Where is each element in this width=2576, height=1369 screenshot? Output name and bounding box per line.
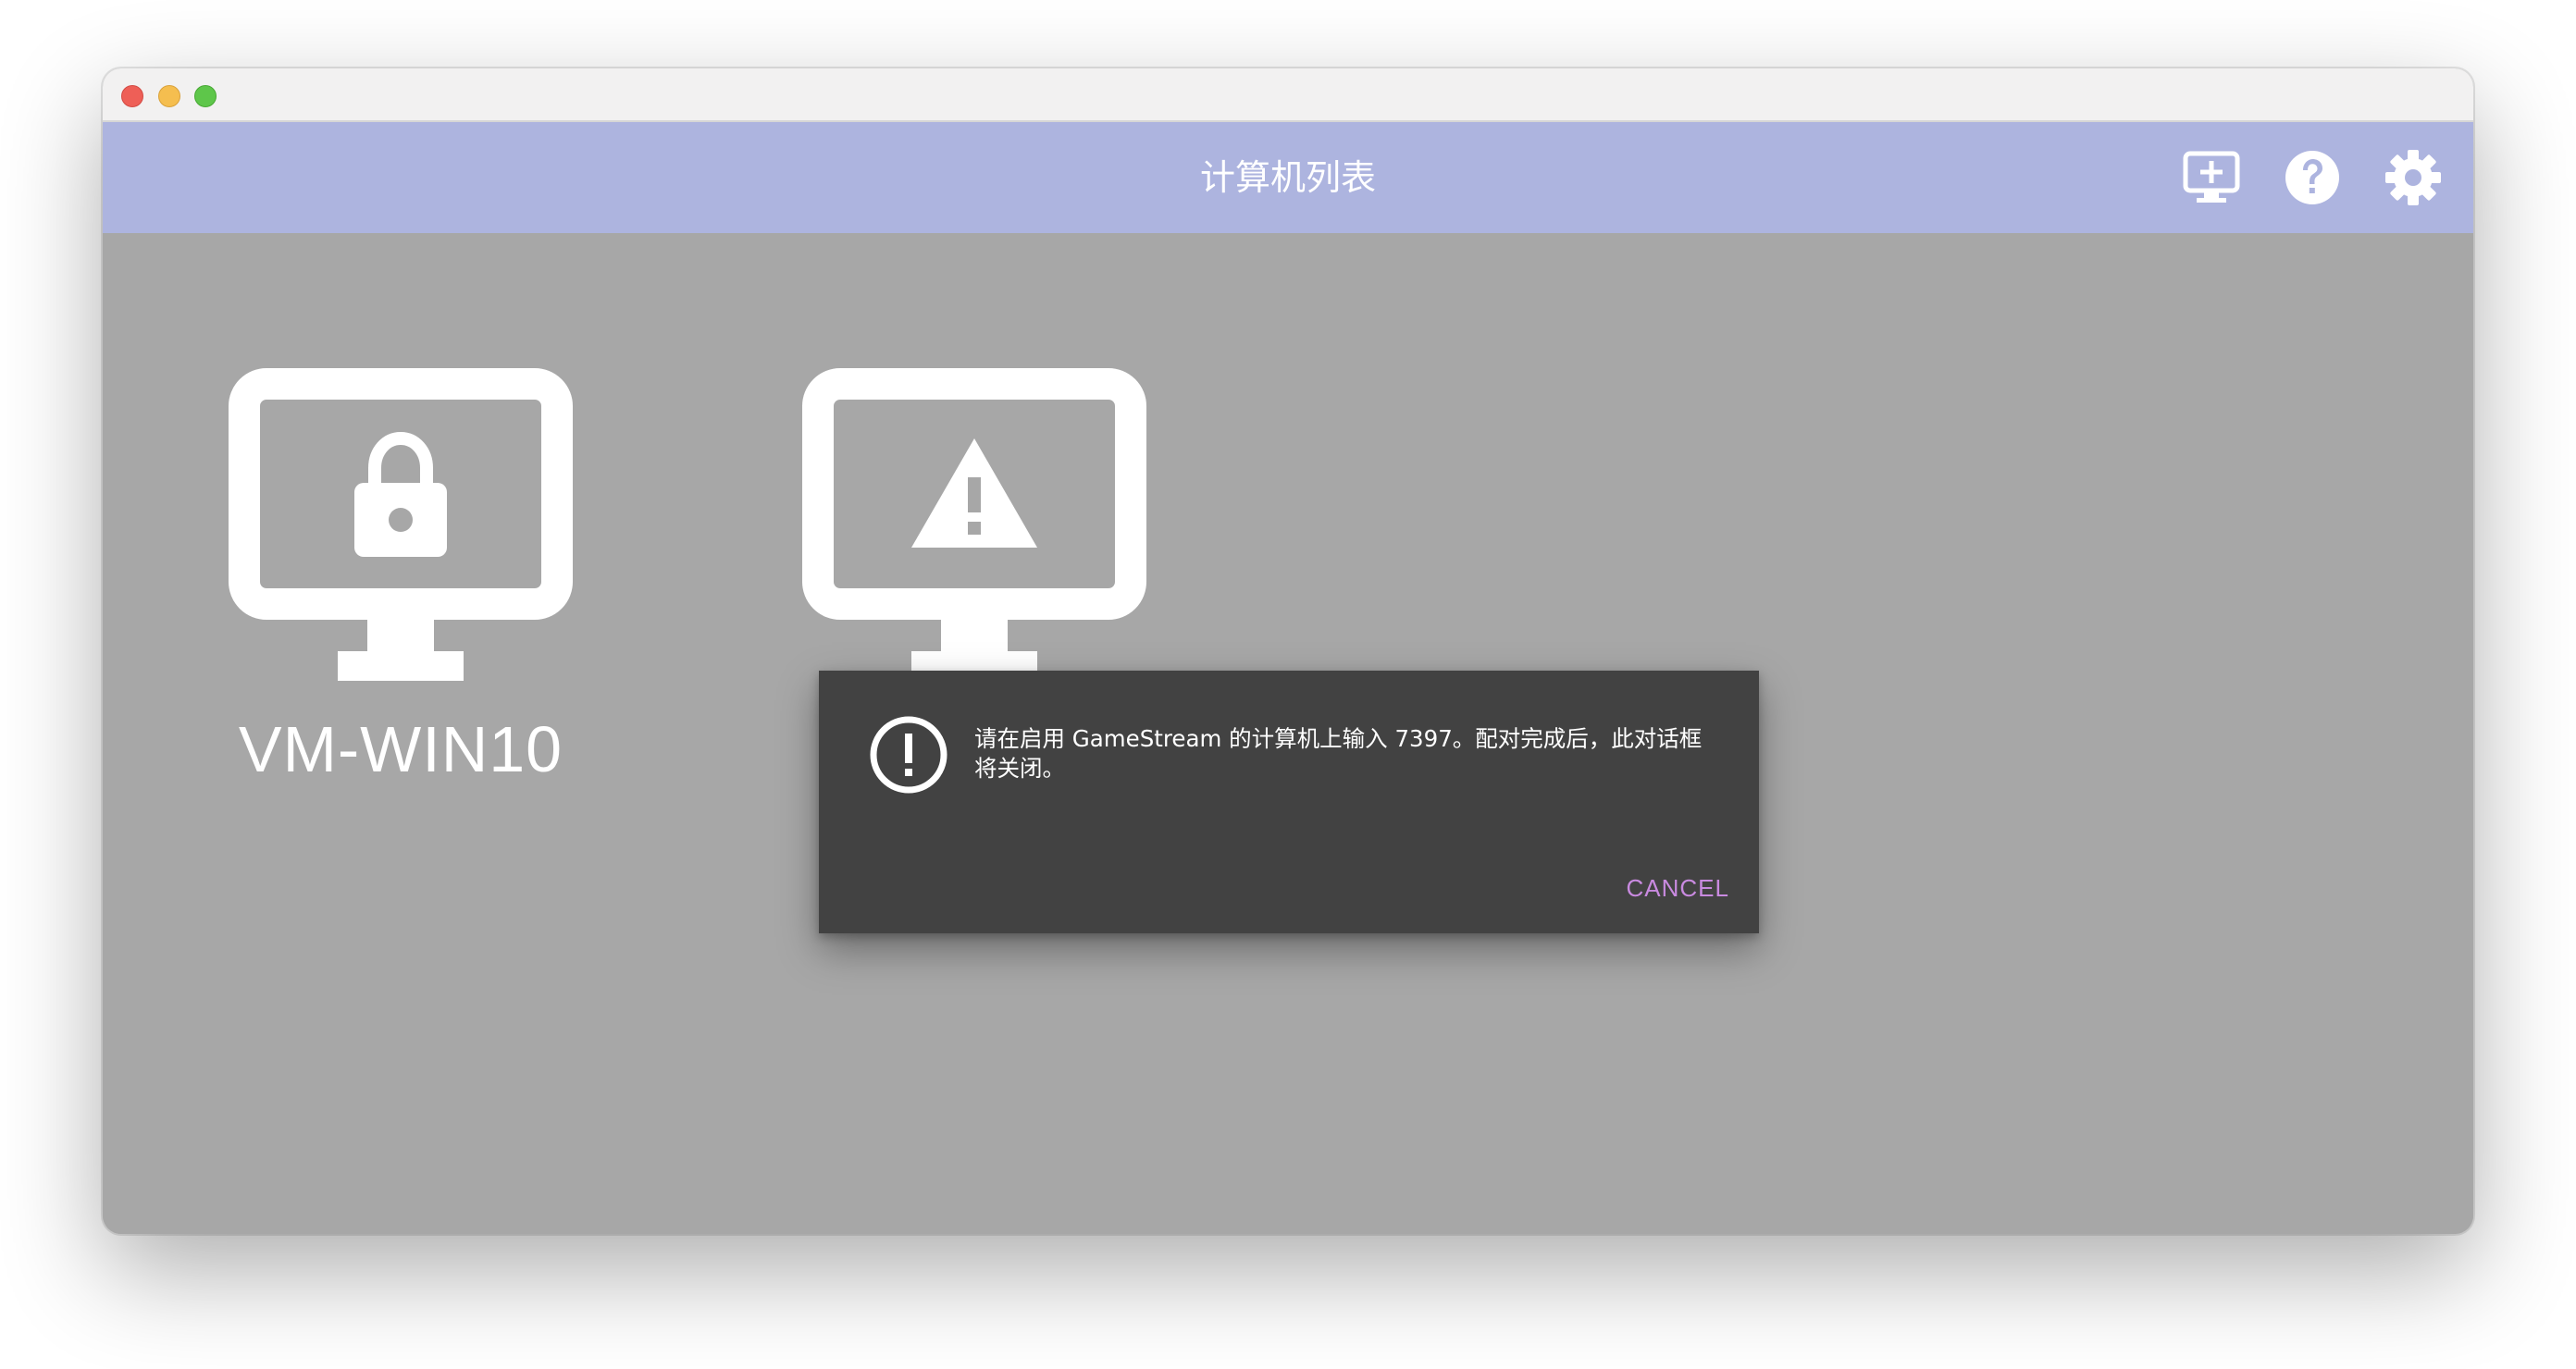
settings-gear-icon: [2385, 150, 2441, 205]
computer-list: VM-WIN10 请在启用 GameStream 的计算机上输入 7397。配对…: [103, 233, 2473, 1234]
computer-name: VM-WIN10: [238, 713, 564, 785]
settings-button[interactable]: [2384, 148, 2443, 207]
cancel-button[interactable]: CANCEL: [1627, 872, 1729, 904]
computer-item[interactable]: VM-WIN10: [229, 368, 573, 794]
warning-icon: [911, 438, 1037, 548]
app-bar: 计算机列表: [103, 122, 2473, 233]
window-close-button[interactable]: [121, 85, 143, 107]
help-icon: [2285, 151, 2339, 204]
window-maximize-button[interactable]: [194, 85, 217, 107]
help-button[interactable]: [2283, 148, 2342, 207]
dialog-message: 请在启用 GameStream 的计算机上输入 7397。配对完成后，此对话框将…: [974, 725, 1703, 782]
add-computer-button[interactable]: [2182, 148, 2241, 207]
add-computer-icon: [2183, 151, 2240, 203]
computer-item[interactable]: [802, 368, 1146, 701]
window-minimize-button[interactable]: [158, 85, 180, 107]
app-window: 计算机列表 VM-WIN10 请在启用 GameStream 的计算机上输入 7…: [103, 68, 2473, 1234]
pairing-dialog: 请在启用 GameStream 的计算机上输入 7397。配对完成后，此对话框将…: [819, 671, 1759, 933]
page-title: 计算机列表: [1199, 157, 1376, 198]
alert-circle-icon: [870, 716, 947, 794]
lock-icon: [354, 431, 447, 557]
window-titlebar: [103, 68, 2473, 122]
